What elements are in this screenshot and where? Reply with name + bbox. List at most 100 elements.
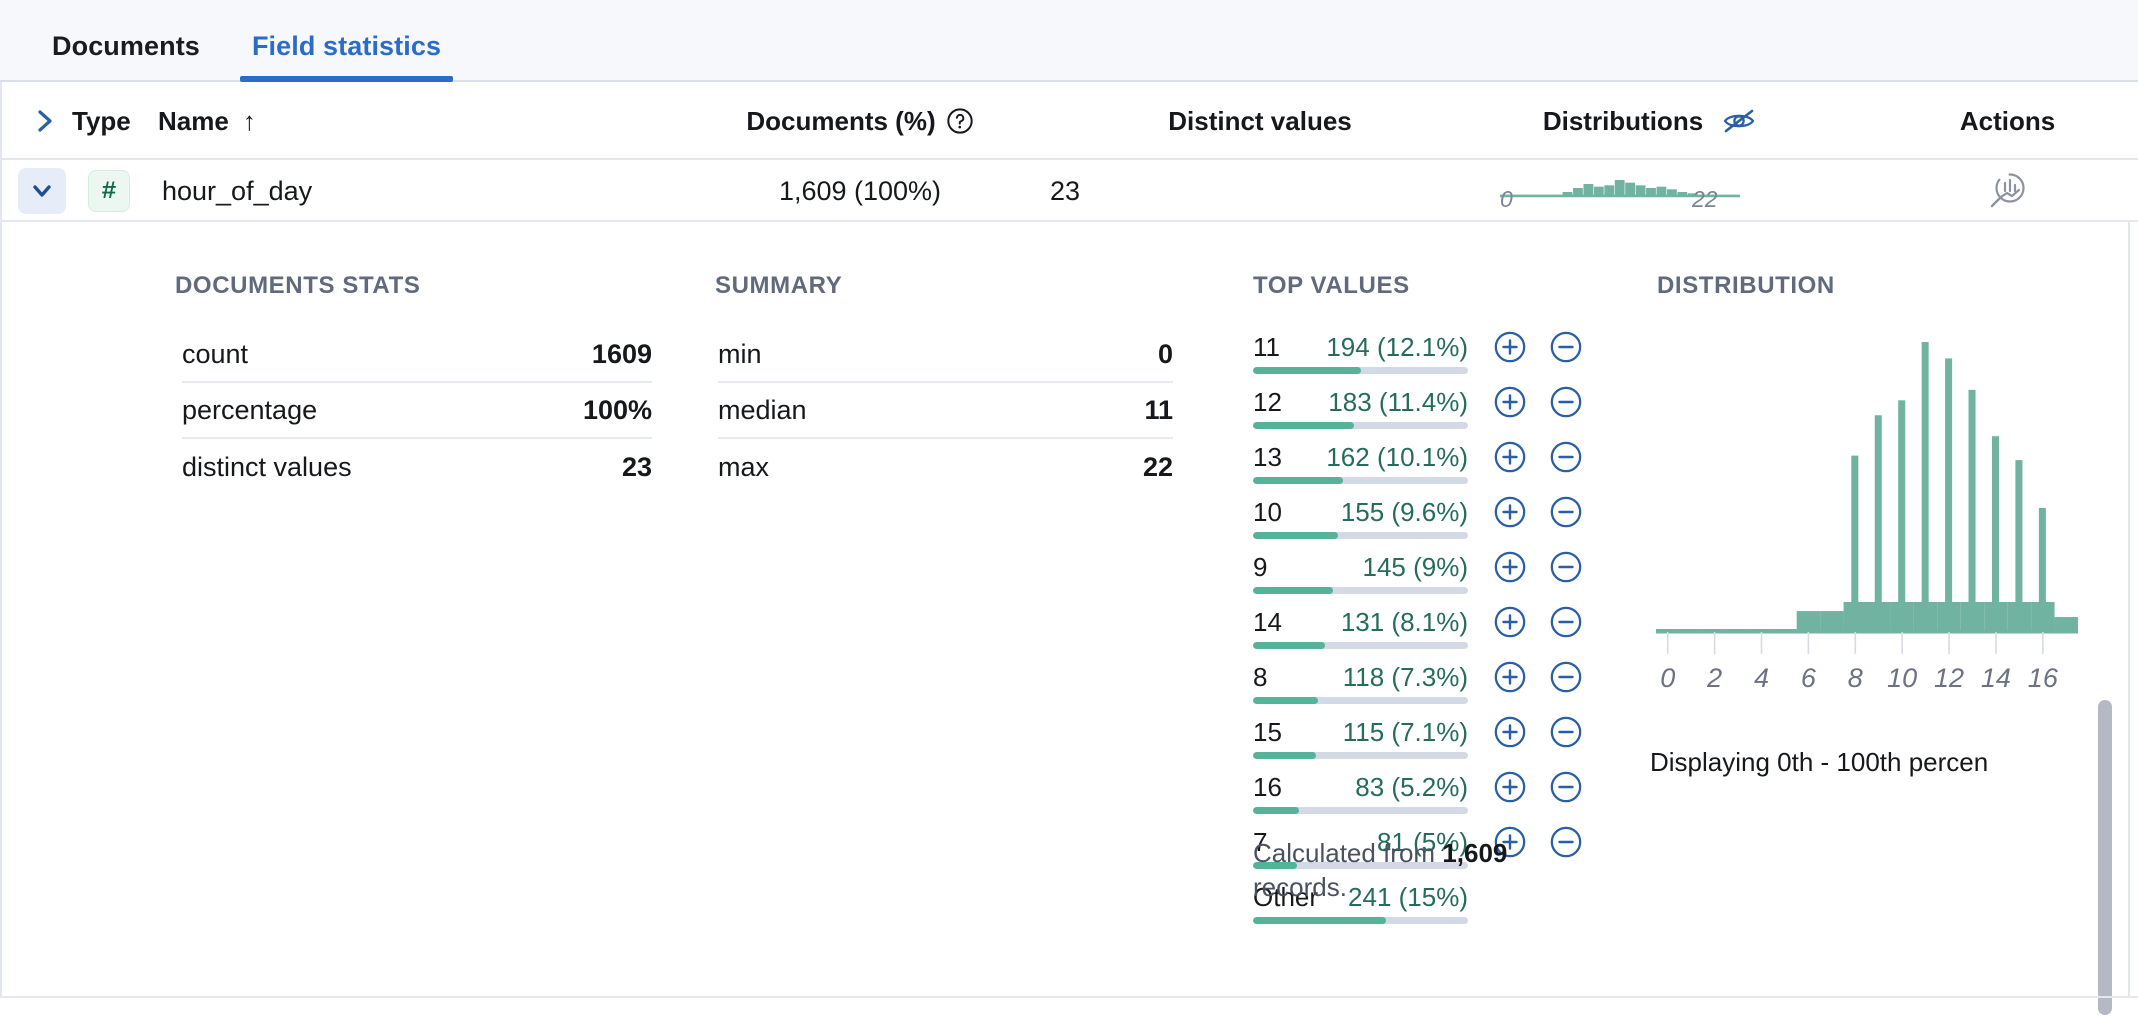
plus-circle-icon [1496, 388, 1524, 416]
top-value-count: 131 (8.1%) [1341, 607, 1468, 638]
column-header-name[interactable]: Name ↑ [158, 82, 256, 160]
filter-for-value-button[interactable] [1493, 660, 1527, 694]
top-value-bar-fill [1253, 642, 1325, 649]
field-detail-panel: DOCUMENTS STATS count1609percentage100%d… [0, 222, 2138, 996]
distribution-bar-base [2031, 602, 2054, 632]
summary-value: 22 [1143, 452, 1173, 483]
column-header-type[interactable]: Type [72, 82, 131, 160]
mini-bar [1594, 187, 1604, 196]
top-value-item: 12183 (11.4%) [1253, 382, 1468, 437]
filter-out-value-button[interactable] [1549, 770, 1583, 804]
distribution-bar [1922, 342, 1929, 632]
eye-slash-icon[interactable] [1721, 106, 1757, 136]
filter-for-value-button[interactable] [1493, 385, 1527, 419]
top-value-filter-buttons [1493, 770, 1583, 804]
filter-out-value-button[interactable] [1549, 660, 1583, 694]
mini-bar [1636, 185, 1646, 196]
x-axis-tick-label: 14 [1981, 663, 2011, 693]
filter-for-value-button[interactable] [1493, 330, 1527, 364]
top-value-item: 9145 (9%) [1253, 547, 1468, 602]
plus-circle-icon [1496, 608, 1524, 636]
mini-distribution-min-label: 0 [1500, 186, 1513, 213]
top-value-bar-fill [1253, 532, 1338, 539]
top-value-count: 115 (7.1%) [1343, 717, 1468, 748]
mini-bar [1615, 180, 1625, 196]
filter-for-value-button[interactable] [1493, 550, 1527, 584]
chevron-down-icon [27, 176, 57, 206]
vertical-scrollbar[interactable] [2098, 700, 2112, 1015]
column-header-distinct-values[interactable]: Distinct values [1050, 82, 1470, 160]
top-value-filter-buttons [1493, 715, 1583, 749]
expand-all-column-header[interactable] [22, 82, 70, 160]
summary-row: median11 [718, 383, 1173, 439]
top-value-bar [1253, 477, 1468, 484]
filter-for-value-button[interactable] [1493, 715, 1527, 749]
filter-out-value-button[interactable] [1549, 440, 1583, 474]
column-header-documents[interactable]: Documents (%) [610, 82, 1110, 160]
top-value-item: 1683 (5.2%) [1253, 767, 1468, 822]
plus-circle-icon [1496, 718, 1524, 746]
panel-bottom-divider [0, 996, 2138, 998]
distribution-bar [1969, 390, 1976, 632]
mini-bar [1625, 183, 1635, 196]
top-value-bar-fill [1253, 477, 1343, 484]
filter-for-value-button[interactable] [1493, 770, 1527, 804]
mini-bar [1657, 187, 1667, 196]
filter-out-value-button[interactable] [1549, 330, 1583, 364]
summary-key: median [718, 395, 807, 426]
table-header-row: Type Name ↑ Documents (%) Distinct value… [0, 82, 2138, 160]
tab-bar: Documents Field statistics [0, 0, 2138, 82]
help-circle-icon[interactable] [946, 107, 974, 135]
summary-row: min0 [718, 327, 1173, 383]
documents-stats-value: 23 [622, 452, 652, 483]
field-type-badge-number: # [88, 170, 130, 212]
top-value-count: 162 (10.1%) [1326, 442, 1468, 473]
plus-circle-icon [1496, 333, 1524, 361]
filter-out-value-button[interactable] [1549, 385, 1583, 419]
top-value-key: 11 [1253, 332, 1280, 363]
minus-circle-icon [1552, 718, 1580, 746]
analyze-field-icon[interactable] [1986, 169, 2030, 213]
documents-stats-value: 100% [583, 395, 652, 426]
mini-distribution-max-label: 22 [1692, 186, 1718, 213]
x-axis-tick-label: 0 [1660, 663, 1675, 693]
top-value-count: 118 (7.3%) [1343, 662, 1468, 693]
x-axis-tick-label: 2 [1706, 663, 1722, 693]
top-value-count: 155 (9.6%) [1341, 497, 1468, 528]
top-value-item: 8118 (7.3%) [1253, 657, 1468, 712]
documents-stats-value: 1609 [592, 339, 652, 370]
documents-stats-key: count [182, 339, 248, 370]
plus-circle-icon [1496, 498, 1524, 526]
footer-prefix: Calculated from [1253, 838, 1442, 868]
filter-for-value-button[interactable] [1493, 440, 1527, 474]
top-value-filter-buttons [1493, 605, 1583, 639]
top-value-item: 14131 (8.1%) [1253, 602, 1468, 657]
top-value-key: 13 [1253, 442, 1282, 473]
filter-out-value-button[interactable] [1549, 550, 1583, 584]
filter-out-value-button[interactable] [1549, 605, 1583, 639]
footer-suffix: records. [1253, 872, 1347, 902]
footer-record-count: 1,609 [1442, 838, 1507, 868]
top-value-item: 13 162 (10.1%) [1253, 437, 1468, 492]
x-axis-tick-label: 4 [1754, 663, 1769, 693]
top-value-bar [1253, 917, 1468, 924]
top-value-filter-buttons [1493, 550, 1583, 584]
filter-out-value-button[interactable] [1549, 715, 1583, 749]
field-documents-value: 1,609 (100%) [610, 160, 1110, 222]
filter-for-value-button[interactable] [1493, 495, 1527, 529]
top-value-filter-buttons [1493, 330, 1583, 364]
minus-circle-icon [1552, 388, 1580, 416]
x-axis-tick-label: 10 [1887, 663, 1917, 693]
top-value-item: 15115 (7.1%) [1253, 712, 1468, 767]
tab-field-statistics[interactable]: Field statistics [226, 33, 467, 80]
tab-documents[interactable]: Documents [26, 33, 226, 80]
filter-out-value-button[interactable] [1549, 495, 1583, 529]
top-value-filter-buttons [1493, 440, 1583, 474]
collapse-row-button[interactable] [18, 168, 66, 214]
summary-table: min0median11max22 [718, 327, 1173, 495]
mini-bar [1583, 184, 1593, 196]
top-value-key: 16 [1253, 772, 1282, 803]
filter-for-value-button[interactable] [1493, 605, 1527, 639]
column-header-distributions[interactable]: Distributions [1470, 82, 1830, 160]
x-axis-tick-label: 12 [1934, 663, 1964, 693]
